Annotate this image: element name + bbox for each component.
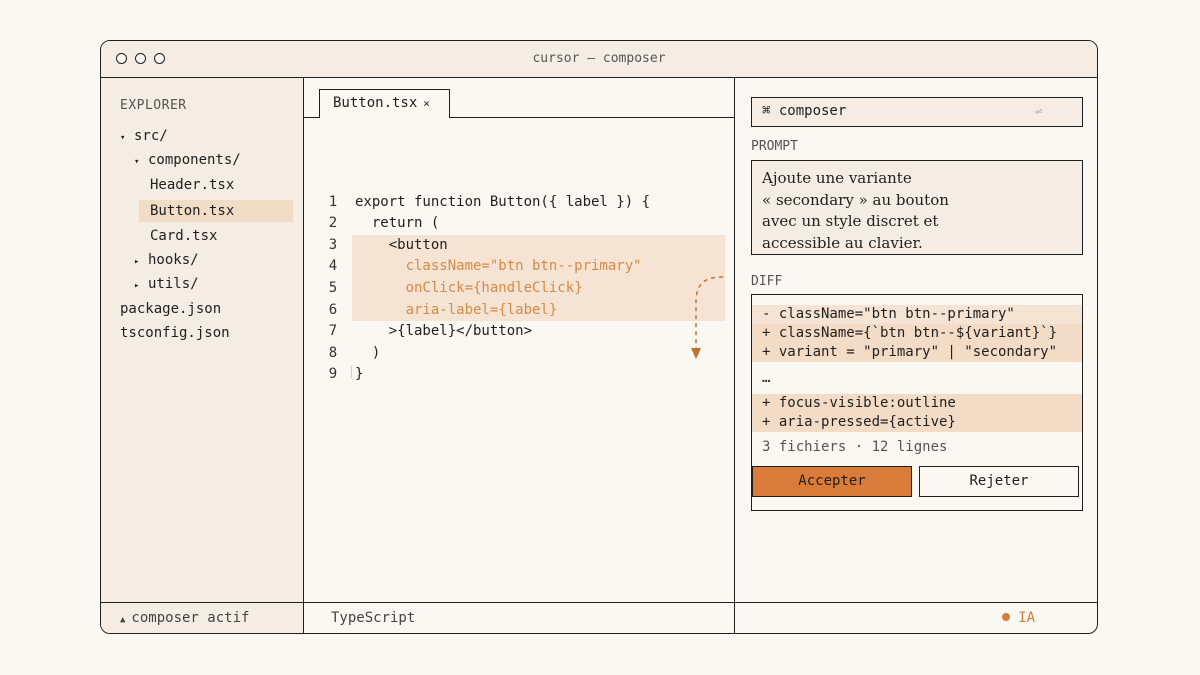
tree-item-button-tsx[interactable]: Button.tsx: [139, 200, 293, 222]
return-key-icon: ⏎: [1035, 105, 1042, 118]
tree-item-hooks[interactable]: ▸ hooks/: [134, 249, 199, 271]
diff-line-removed: - className="btn btn--primary": [752, 305, 1082, 324]
prompt-line: avec un style discret et: [762, 212, 939, 231]
composer-command-label: ⌘ composer: [762, 103, 847, 119]
tree-item-utils[interactable]: ▸ utils/: [134, 273, 199, 295]
code-line: 7 >{label}</button>: [304, 300, 734, 339]
diff-line-added: + aria-pressed={active}: [752, 413, 1082, 432]
diff-line-added: + variant = "primary" | "secondary": [752, 343, 1082, 362]
diff-line-added: + className={`btn btn--${variant}`}: [752, 324, 1082, 343]
accept-button[interactable]: Accepter: [752, 466, 912, 497]
explorer-title: EXPLORER: [120, 98, 187, 113]
composer-command-input[interactable]: ⌘ composer ⏎: [751, 97, 1083, 127]
code-line: 6 aria-label={label}: [304, 278, 734, 318]
line-number: 9: [328, 366, 338, 383]
diff-label: DIFF: [751, 274, 783, 289]
tree-item-label: Header.tsx: [150, 177, 235, 193]
prompt-label: PROMPT: [751, 139, 798, 154]
chevron-right-icon: ▸: [134, 257, 140, 267]
diff-ellipsis: …: [762, 370, 771, 386]
tree-item-label: components/: [148, 152, 241, 168]
prompt-line: Ajoute une variante: [762, 169, 912, 187]
status-composer[interactable]: ▲ composer actif: [101, 603, 304, 633]
code-text: }: [355, 366, 364, 383]
status-ai-label: IA: [1018, 610, 1035, 626]
close-icon[interactable]: ×: [423, 97, 430, 110]
triangle-up-icon: ▲: [120, 615, 126, 625]
tree-item-label: package.json: [120, 301, 222, 317]
tree-item-label: Card.tsx: [150, 228, 218, 244]
code-line: 1 export function Button({ label }) {: [304, 170, 734, 210]
composer-panel: ⌘ composer ⏎ PROMPT Ajoute une variante …: [735, 78, 1097, 602]
chevron-right-icon: ▸: [134, 281, 140, 291]
tree-item-label: src/: [134, 128, 168, 144]
tree-item-src[interactable]: ▾ src/: [120, 125, 168, 147]
text-cursor: [351, 366, 352, 378]
code-line: 2 return (: [304, 192, 734, 231]
diff-stats: 3 fichiers · 12 lignes: [762, 439, 948, 455]
tree-item-label: tsconfig.json: [120, 325, 230, 341]
tab-button-tsx[interactable]: Button.tsx ×: [319, 89, 450, 118]
prompt-line: « secondary » au bouton: [762, 190, 949, 209]
prompt-line: accessible au clavier.: [762, 233, 923, 252]
code-line: 4 className="btn btn--primary": [304, 235, 734, 274]
window-title: cursor — composer: [532, 51, 666, 66]
title-bar: cursor — composer: [101, 41, 1097, 78]
explorer-sidebar: EXPLORER ▾ src/ ▾ components/ Header.tsx B…: [101, 78, 304, 602]
tree-item-label: hooks/: [148, 252, 199, 268]
tab-label: Button.tsx: [333, 95, 418, 111]
chevron-down-icon: ▾: [120, 133, 126, 143]
tree-item-label: Button.tsx: [150, 203, 235, 219]
diff-line-added: + focus-visible:outline: [752, 394, 1082, 413]
reject-button[interactable]: Rejeter: [919, 466, 1079, 497]
tree-item-tsconfig-json[interactable]: tsconfig.json: [120, 322, 230, 344]
prompt-textarea[interactable]: Ajoute une variante « secondary » au bou…: [751, 160, 1083, 255]
tree-item-package-json[interactable]: package.json: [120, 298, 221, 320]
status-bar: ▲ composer actif TypeScript IA: [101, 602, 1097, 633]
tree-item-components[interactable]: ▾ components/: [134, 149, 241, 171]
code-line: 5 onClick={handleClick}: [304, 256, 734, 296]
editor-tab-bar: Button.tsx ×: [304, 78, 734, 118]
tree-item-header-tsx[interactable]: Header.tsx: [150, 174, 234, 196]
code-line: 9}: [304, 343, 734, 382]
status-ai[interactable]: IA: [1002, 603, 1035, 633]
tree-item-label: utils/: [148, 276, 199, 292]
app-window: cursor — composer EXPLORER ▾ src/ ▾ compon…: [100, 40, 1098, 634]
chevron-down-icon: ▾: [134, 157, 140, 167]
status-language[interactable]: TypeScript: [304, 603, 735, 633]
ai-status-dot-icon: [1002, 613, 1011, 621]
diff-view: - className="btn btn--primary" + classNa…: [751, 294, 1083, 511]
code-editor[interactable]: Button.tsx × 1 export function Button({ la…: [304, 78, 735, 602]
status-composer-label: composer actif: [131, 610, 250, 626]
tree-item-card-tsx[interactable]: Card.tsx: [150, 225, 217, 247]
code-line: 3 <button: [304, 213, 734, 253]
code-line: 8 ): [304, 321, 734, 361]
arrow-to-composer-icon: [691, 276, 724, 359]
